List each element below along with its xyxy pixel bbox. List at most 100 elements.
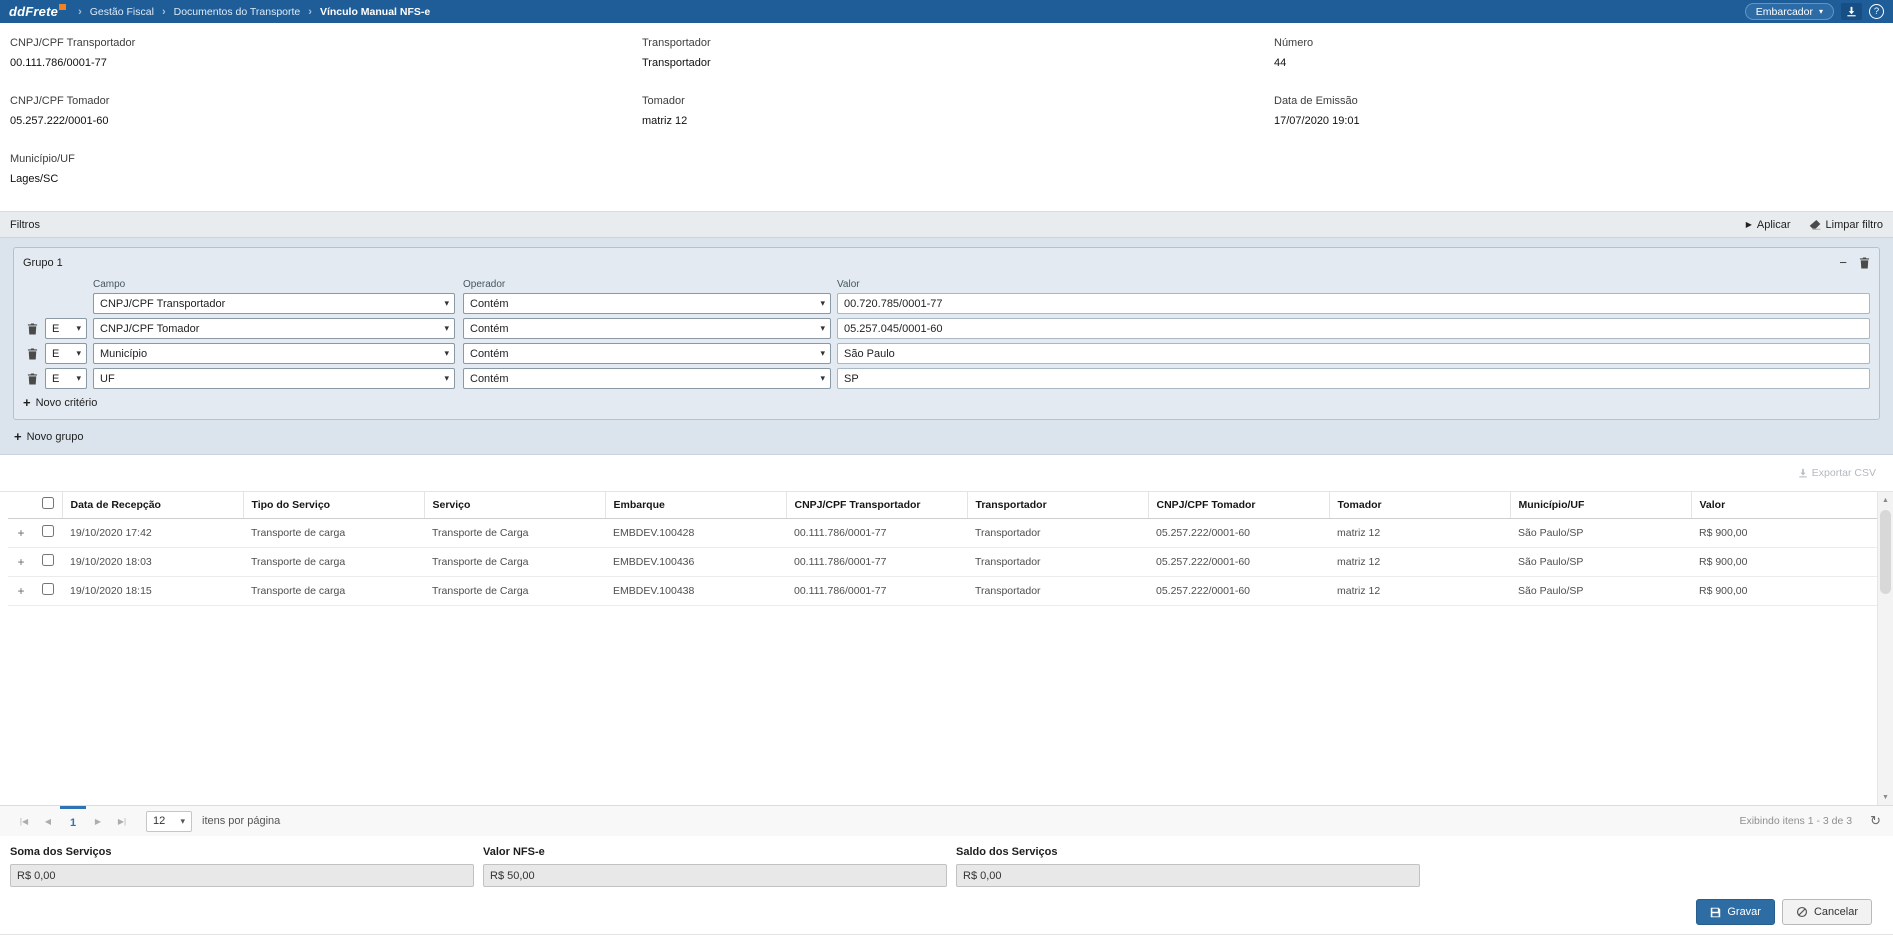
- collapse-group-button[interactable]: −: [1839, 255, 1847, 270]
- campo-select[interactable]: CNPJ/CPF Tomador ▾: [93, 318, 455, 339]
- play-icon: ▶: [1746, 220, 1752, 229]
- export-csv-label: Exportar CSV: [1812, 467, 1876, 479]
- column-header-data-recepcao[interactable]: Data de Recepção: [62, 492, 243, 518]
- delete-criterion-button[interactable]: [23, 323, 41, 335]
- page-size-select[interactable]: 12 ▾: [146, 811, 192, 832]
- scroll-down-icon[interactable]: ▼: [1878, 789, 1893, 805]
- scrollbar-track[interactable]: [1878, 508, 1893, 789]
- group-actions: −: [1839, 255, 1870, 270]
- cell-tipo-servico: Transporte de carga: [243, 518, 424, 547]
- field-value: Lages/SC: [10, 173, 642, 185]
- campo-select[interactable]: Município ▾: [93, 343, 455, 364]
- last-page-button[interactable]: ▶|: [110, 807, 134, 836]
- field-label: Tomador: [642, 95, 1274, 107]
- column-header-servico[interactable]: Serviço: [424, 492, 605, 518]
- add-criterion-button[interactable]: + Novo critério: [23, 396, 97, 409]
- filters-title: Filtros: [10, 219, 40, 231]
- table-row[interactable]: + 19/10/2020 18:03 Transporte de carga T…: [8, 547, 1877, 576]
- save-button[interactable]: Gravar: [1696, 899, 1775, 925]
- app-logo[interactable]: ddFrete: [9, 4, 66, 19]
- expand-row-button[interactable]: +: [17, 584, 24, 598]
- next-page-button[interactable]: ▶: [86, 807, 110, 836]
- info-column-1: CNPJ/CPF Transportador 00.111.786/0001-7…: [10, 37, 642, 211]
- campo-select[interactable]: UF ▾: [93, 368, 455, 389]
- operador-select[interactable]: Contém ▾: [463, 368, 831, 389]
- vertical-scrollbar[interactable]: ▲ ▼: [1877, 492, 1893, 805]
- chevron-down-icon: ▾: [444, 323, 449, 334]
- column-header-cnpj-transportador[interactable]: CNPJ/CPF Transportador: [786, 492, 967, 518]
- download-button[interactable]: [1841, 3, 1862, 20]
- refresh-button[interactable]: ↻: [1870, 813, 1881, 829]
- first-page-button[interactable]: |◀: [12, 807, 36, 836]
- cancel-button[interactable]: Cancelar: [1782, 899, 1872, 925]
- logic-operator-select[interactable]: E ▾: [45, 368, 87, 389]
- logic-select-value: E: [52, 323, 59, 335]
- apply-filter-button[interactable]: ▶ Aplicar: [1746, 219, 1791, 231]
- info-field-numero: Número 44: [1274, 37, 1883, 69]
- table-row[interactable]: + 19/10/2020 17:42 Transporte de carga T…: [8, 518, 1877, 547]
- operador-select[interactable]: Contém ▾: [463, 293, 831, 314]
- breadcrumb: › Gestão Fiscal › Documentos do Transpor…: [78, 6, 430, 18]
- table-row[interactable]: + 19/10/2020 18:15 Transporte de carga T…: [8, 576, 1877, 605]
- pager-status: Exibindo itens 1 - 3 de 3: [1739, 815, 1852, 827]
- row-checkbox[interactable]: [42, 554, 54, 566]
- select-all-checkbox[interactable]: [42, 497, 54, 509]
- cell-embarque: EMBDEV.100436: [605, 547, 786, 576]
- chevron-down-icon: ▾: [1819, 7, 1823, 16]
- row-checkbox[interactable]: [42, 583, 54, 595]
- scrollbar-thumb[interactable]: [1880, 510, 1891, 594]
- column-header-embarque[interactable]: Embarque: [605, 492, 786, 518]
- breadcrumb-documentos-do-transporte[interactable]: Documentos do Transporte: [174, 6, 301, 18]
- saldo-servicos-input[interactable]: [956, 864, 1420, 887]
- delete-criterion-button[interactable]: [23, 348, 41, 360]
- valor-input[interactable]: [837, 343, 1870, 364]
- logic-operator-select[interactable]: E ▾: [45, 318, 87, 339]
- delete-group-button[interactable]: [1859, 257, 1870, 269]
- expand-row-button[interactable]: +: [17, 526, 24, 540]
- logic-operator-select[interactable]: E ▾: [45, 343, 87, 364]
- scroll-up-icon[interactable]: ▲: [1878, 492, 1893, 508]
- clear-filter-button[interactable]: Limpar filtro: [1809, 219, 1883, 231]
- operador-select[interactable]: Contém ▾: [463, 343, 831, 364]
- chevron-down-icon: ▾: [76, 323, 81, 334]
- chevron-right-icon: ›: [308, 6, 312, 18]
- row-checkbox[interactable]: [42, 525, 54, 537]
- delete-criterion-button[interactable]: [23, 373, 41, 385]
- valor-input[interactable]: [837, 368, 1870, 389]
- cell-valor: R$ 900,00: [1691, 576, 1877, 605]
- info-column-3: Número 44 Data de Emissão 17/07/2020 19:…: [1274, 37, 1883, 211]
- column-header-tipo-servico[interactable]: Tipo do Serviço: [243, 492, 424, 518]
- campo-select-value: Município: [100, 348, 147, 360]
- column-header-municipio-uf[interactable]: Município/UF: [1510, 492, 1691, 518]
- cell-servico: Transporte de Carga: [424, 518, 605, 547]
- column-header-transportador[interactable]: Transportador: [967, 492, 1148, 518]
- column-header-tomador[interactable]: Tomador: [1329, 492, 1510, 518]
- valor-input[interactable]: [837, 318, 1870, 339]
- logo-text: ddFrete: [9, 4, 58, 19]
- valor-nfse-input[interactable]: [483, 864, 947, 887]
- campo-select[interactable]: CNPJ/CPF Transportador ▾: [93, 293, 455, 314]
- column-header-cnpj-tomador[interactable]: CNPJ/CPF Tomador: [1148, 492, 1329, 518]
- field-label: CNPJ/CPF Tomador: [10, 95, 642, 107]
- soma-servicos-input[interactable]: [10, 864, 474, 887]
- previous-page-button[interactable]: ◀: [36, 807, 60, 836]
- export-csv-button[interactable]: Exportar CSV: [1798, 467, 1876, 479]
- cell-municipio-uf: São Paulo/SP: [1510, 576, 1691, 605]
- filter-criterion-row: E ▾ Município ▾ Contém ▾: [23, 343, 1870, 364]
- column-header-valor[interactable]: Valor: [1691, 492, 1877, 518]
- cell-embarque: EMBDEV.100438: [605, 576, 786, 605]
- current-page-button[interactable]: 1: [60, 806, 86, 836]
- valor-input[interactable]: [837, 293, 1870, 314]
- logo-flag-icon: [59, 4, 66, 10]
- help-button[interactable]: ?: [1869, 4, 1884, 19]
- breadcrumb-gestao-fiscal[interactable]: Gestão Fiscal: [90, 6, 154, 18]
- add-group-button[interactable]: + Novo grupo: [14, 430, 83, 443]
- field-label: Transportador: [642, 37, 1274, 49]
- form-actions: Gravar Cancelar: [0, 887, 1893, 934]
- expand-row-button[interactable]: +: [17, 555, 24, 569]
- campo-select-value: CNPJ/CPF Tomador: [100, 323, 199, 335]
- embarcador-dropdown[interactable]: Embarcador ▾: [1745, 3, 1834, 20]
- breadcrumb-vinculo-manual-nfse: Vínculo Manual NFS-e: [320, 6, 430, 18]
- operador-select[interactable]: Contém ▾: [463, 318, 831, 339]
- cell-transportador: Transportador: [967, 576, 1148, 605]
